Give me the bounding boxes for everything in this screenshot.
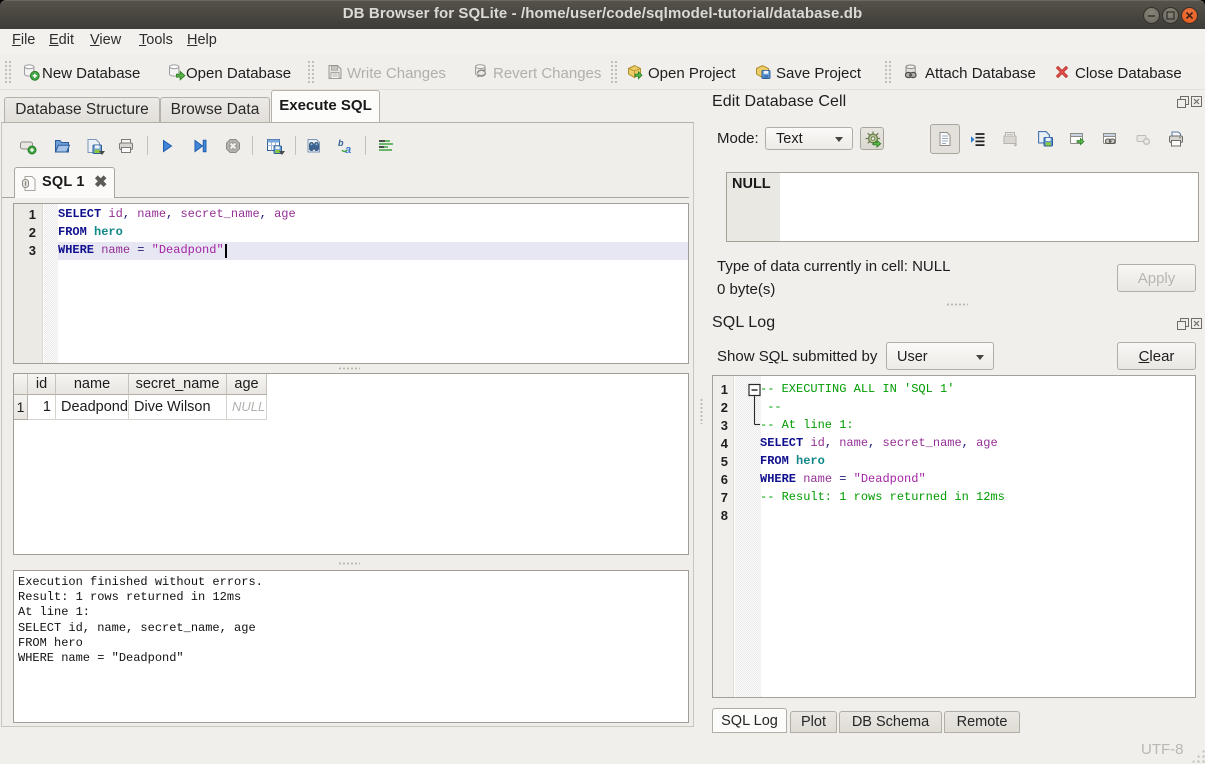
svg-text:b: b	[338, 138, 344, 148]
svg-text:a: a	[345, 144, 351, 155]
